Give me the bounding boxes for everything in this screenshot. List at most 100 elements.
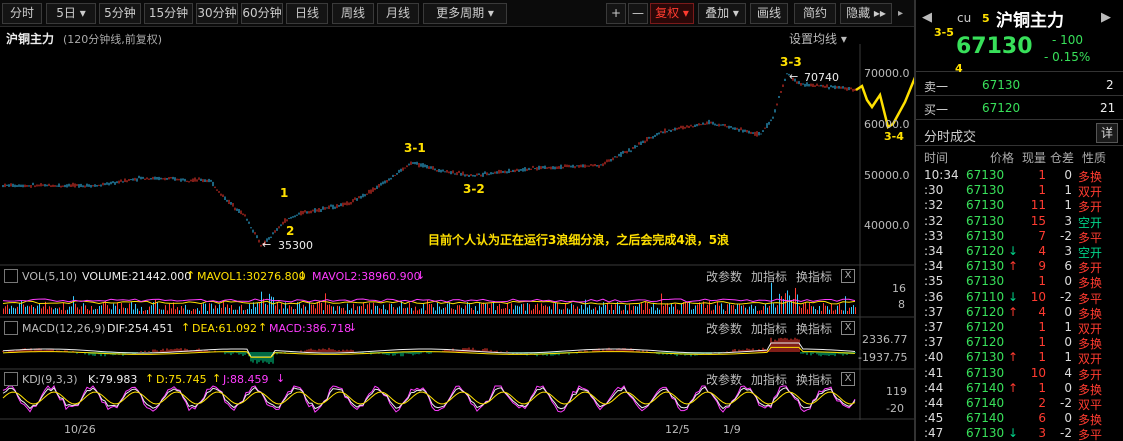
volume-bar (245, 309, 246, 314)
volume-bar (351, 308, 352, 314)
candle-body (568, 165, 570, 167)
candle-body (176, 178, 178, 180)
up-arrow-icon: ↑ (145, 372, 155, 385)
volume-bar (549, 306, 550, 314)
candle-body (592, 164, 594, 166)
trade-price: 67140 (966, 380, 1005, 395)
candle-body (174, 178, 176, 180)
candle-body (244, 215, 246, 217)
candle-body (146, 178, 148, 180)
candle-body (388, 178, 390, 181)
volume-bar (815, 309, 816, 314)
volume-bar (625, 304, 626, 314)
candle-body (246, 219, 248, 221)
close-pane-button[interactable]: X (841, 321, 855, 335)
pane-toggle-icon[interactable] (4, 372, 18, 386)
candle-body (706, 122, 708, 125)
switch-indicator-button[interactable]: 换指标 (796, 320, 832, 337)
candle-body (292, 216, 294, 218)
kdj-prefix: KDJ(9,3,3) (22, 373, 78, 386)
switch-indicator-button[interactable]: 换指标 (796, 268, 832, 285)
candle-body (98, 184, 100, 186)
volume-bar (567, 308, 568, 314)
volume-bar (557, 302, 558, 314)
volume-bar (191, 310, 192, 314)
volume-bar (445, 307, 446, 314)
add-indicator-button[interactable]: 加指标 (751, 371, 787, 388)
trade-price: 67120 (966, 244, 1005, 258)
candle-body (376, 186, 378, 189)
close-pane-button[interactable]: X (841, 269, 855, 283)
candle-body (472, 175, 474, 177)
candle-body (426, 165, 428, 169)
candle-body (702, 123, 704, 125)
pane-toggle-icon[interactable] (4, 321, 18, 335)
close-pane-button[interactable]: X (841, 372, 855, 386)
switch-indicator-button[interactable]: 换指标 (796, 371, 832, 388)
volume-bar (631, 310, 632, 314)
up-arrow-icon: ↑ (186, 269, 196, 282)
volume-bar (715, 305, 716, 314)
candle-body (740, 128, 742, 130)
candle-body (700, 124, 702, 126)
macd-axis-label: -1937.75 (858, 351, 908, 364)
candle-body (180, 178, 182, 181)
candle-body (652, 137, 654, 139)
volume-bar (645, 302, 646, 314)
volume-bar (437, 302, 438, 314)
volume-bar (371, 309, 372, 314)
candle-body (640, 142, 642, 145)
add-indicator-button[interactable]: 加指标 (751, 320, 787, 337)
candle-body (122, 181, 124, 183)
volume-bar (601, 307, 602, 314)
detail-button[interactable]: 详 (1096, 123, 1118, 143)
prev-contract-icon[interactable]: ◀ (922, 10, 932, 25)
volume-bar (375, 305, 376, 314)
kdj-k: K:79.983 (88, 373, 138, 386)
volume-bar (265, 303, 266, 314)
volume-bar (413, 310, 414, 314)
volume-bar (611, 304, 612, 314)
change-params-button[interactable]: 改参数 (706, 320, 742, 337)
candle-body (764, 127, 766, 129)
change-params-button[interactable]: 改参数 (706, 268, 742, 285)
candle-body (236, 209, 238, 211)
volume-bar (693, 308, 694, 314)
candle-body (340, 204, 342, 207)
add-indicator-button[interactable]: 加指标 (751, 268, 787, 285)
candle-body (22, 184, 24, 187)
candle-body (842, 86, 844, 88)
volume-bar (337, 305, 338, 314)
candle-body (184, 180, 186, 182)
trade-oi-change: 0 (1064, 274, 1072, 289)
volume-bar (283, 308, 284, 314)
candle-body (308, 211, 310, 213)
volume-bar (515, 305, 516, 314)
candle-body (588, 165, 590, 167)
volume-bar (651, 307, 652, 314)
change-params-button[interactable]: 改参数 (706, 371, 742, 388)
volume-bar (849, 307, 850, 314)
candle-body (328, 206, 330, 208)
candle-body (362, 194, 364, 198)
candle-body (240, 211, 242, 213)
candle-body (406, 165, 408, 168)
volume-bar (785, 293, 786, 314)
pane-toggle-icon[interactable] (4, 269, 18, 283)
volume-bar (627, 310, 628, 314)
candle-body (226, 200, 228, 202)
volume-bar (757, 310, 758, 314)
next-contract-icon[interactable]: ▶ (1101, 10, 1111, 25)
candle-body (608, 159, 610, 161)
candle-series (2, 73, 856, 247)
trade-time: :44 (924, 380, 944, 395)
volume-bar (643, 309, 644, 314)
volume-bar (509, 309, 510, 314)
candle-body (712, 122, 714, 124)
volume-bar (669, 307, 670, 314)
volume-bar (609, 309, 610, 314)
volume-bar (111, 309, 112, 314)
volume-bar (793, 298, 794, 314)
volume-bar (33, 306, 34, 314)
volume-bar (279, 309, 280, 314)
